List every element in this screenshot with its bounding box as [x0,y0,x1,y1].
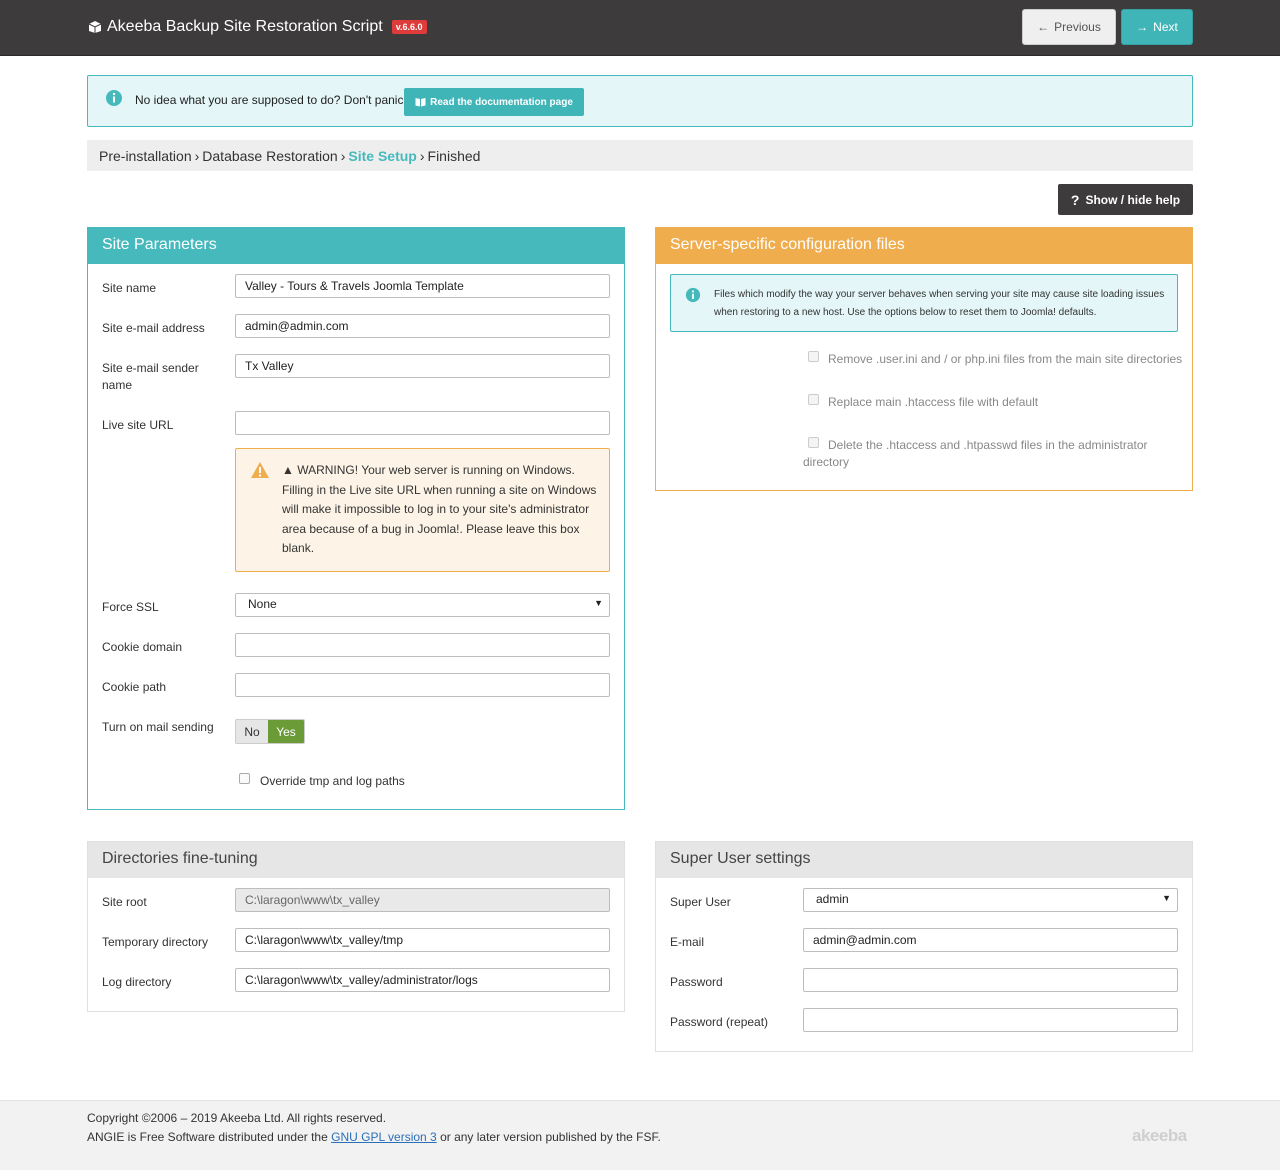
warning-triangle-icon [251,462,269,478]
site-name-label: Site name [102,281,157,295]
site-root-input [235,888,610,912]
log-dir-label: Log directory [102,975,172,989]
site-email-label: Site e-mail address [102,321,205,335]
tmp-dir-input[interactable] [235,928,610,952]
arrow-right-icon: → [1136,20,1149,34]
replace-htaccess-label: Replace main .htaccess file with default [828,395,1039,409]
windows-warning-box: ▲ WARNING! Your web server is running on… [235,448,610,572]
show-hide-help-button[interactable]: ? Show / hide help [1058,184,1193,215]
super-user-select[interactable]: admin ▼ [803,888,1178,912]
app-title: Akeeba Backup Site Restoration Script [107,18,383,35]
su-email-label: E-mail [670,935,705,949]
password-label: Password [670,975,723,989]
site-parameters-panel: Site Parameters Site name Site e-mail ad… [87,227,625,810]
chevron-right-icon: › [194,147,200,164]
help-info-banner: No idea what you are supposed to do? Don… [87,75,1193,127]
mail-sending-yes-option[interactable]: Yes [268,720,304,743]
gpl-link[interactable]: GNU GPL version 3 [331,1130,437,1144]
site-email-input[interactable] [235,314,610,338]
force-ssl-label: Force SSL [102,600,159,614]
override-paths-label: Override tmp and log paths [260,774,405,788]
log-dir-input[interactable] [235,968,610,992]
remove-userini-label: Remove .user.ini and / or php.ini files … [828,352,1183,366]
chevron-right-icon: › [340,147,346,164]
delete-htaccess-checkbox[interactable] [808,437,819,448]
arrow-left-icon: ← [1037,20,1050,34]
mail-sending-label: Turn on mail sending [102,720,214,734]
live-url-label: Live site URL [102,418,174,432]
panel-title: Super User settings [656,842,1192,878]
breadcrumb: Pre-installation › Database Restoration … [87,140,1193,171]
panel-title: Directories fine-tuning [88,842,624,878]
mail-sending-toggle: No Yes [235,719,305,744]
password-repeat-input[interactable] [803,1008,1178,1032]
password-repeat-label: Password (repeat) [670,1015,769,1029]
license-text: ANGIE is Free Software distributed under… [87,1130,661,1144]
book-icon [415,98,426,107]
breadcrumb-step-finished: Finished [427,147,481,164]
mail-sending-no-option[interactable]: No [236,720,268,743]
password-input[interactable] [803,968,1178,992]
su-email-input[interactable] [803,928,1178,952]
chevron-right-icon: › [419,147,425,164]
page-footer: Copyright ©2006 – 2019 Akeeba Ltd. All r… [0,1100,1280,1170]
super-user-label: Super User [670,895,731,909]
cookie-path-label: Cookie path [102,680,167,694]
app-brand: Akeeba Backup Site Restoration Script v.… [88,18,427,36]
help-message: No idea what you are supposed to do? Don… [135,93,407,107]
sender-name-label: Site e-mail sender name [102,361,199,392]
delete-htaccess-label: Delete the .htaccess and .htpasswd files… [828,438,1148,452]
box-icon [88,21,102,33]
cookie-domain-input[interactable] [235,633,610,657]
info-circle-icon [106,90,122,106]
question-icon: ? [1070,191,1080,208]
server-config-info-text: Files which modify the way your server b… [714,289,1165,318]
caret-down-icon: ▼ [1162,893,1171,903]
breadcrumb-step-database: Database Restoration [202,147,338,164]
override-paths-checkbox[interactable] [239,773,250,784]
breadcrumb-step-site-setup: Site Setup [348,147,417,164]
breadcrumb-step-preinstallation: Pre-installation [99,147,192,164]
next-button[interactable]: → Next [1121,9,1193,45]
tmp-dir-label: Temporary directory [102,935,209,949]
panel-title: Server-specific configuration files [656,228,1192,264]
remove-userini-checkbox[interactable] [808,351,819,362]
caret-down-icon: ▼ [594,598,603,608]
cookie-domain-label: Cookie domain [102,640,183,654]
live-url-input[interactable] [235,411,610,435]
sender-name-input[interactable] [235,354,610,378]
copyright-text: Copyright ©2006 – 2019 Akeeba Ltd. All r… [87,1111,387,1125]
warning-text: ▲ WARNING! Your web server is running on… [282,463,597,555]
panel-title: Site Parameters [88,228,624,264]
top-navbar: Akeeba Backup Site Restoration Script v.… [0,0,1280,56]
version-badge: v.6.6.0 [391,20,427,34]
site-root-label: Site root [102,895,147,909]
directories-panel: Directories fine-tuning Site root Tempor… [87,841,625,1012]
replace-htaccess-checkbox[interactable] [808,394,819,405]
server-config-panel: Server-specific configuration files File… [655,227,1193,491]
previous-button[interactable]: ← Previous [1022,9,1116,45]
cookie-path-input[interactable] [235,673,610,697]
server-config-info: Files which modify the way your server b… [670,274,1178,332]
force-ssl-select[interactable]: None ▼ [235,593,610,617]
delete-htaccess-label-cont: directory [803,455,850,469]
info-circle-icon [685,287,701,303]
akeeba-logo: akeeba [1132,1126,1187,1145]
read-documentation-button[interactable]: Read the documentation page [404,88,584,116]
super-user-panel: Super User settings Super User admin ▼ E… [655,841,1193,1052]
site-name-input[interactable] [235,274,610,298]
